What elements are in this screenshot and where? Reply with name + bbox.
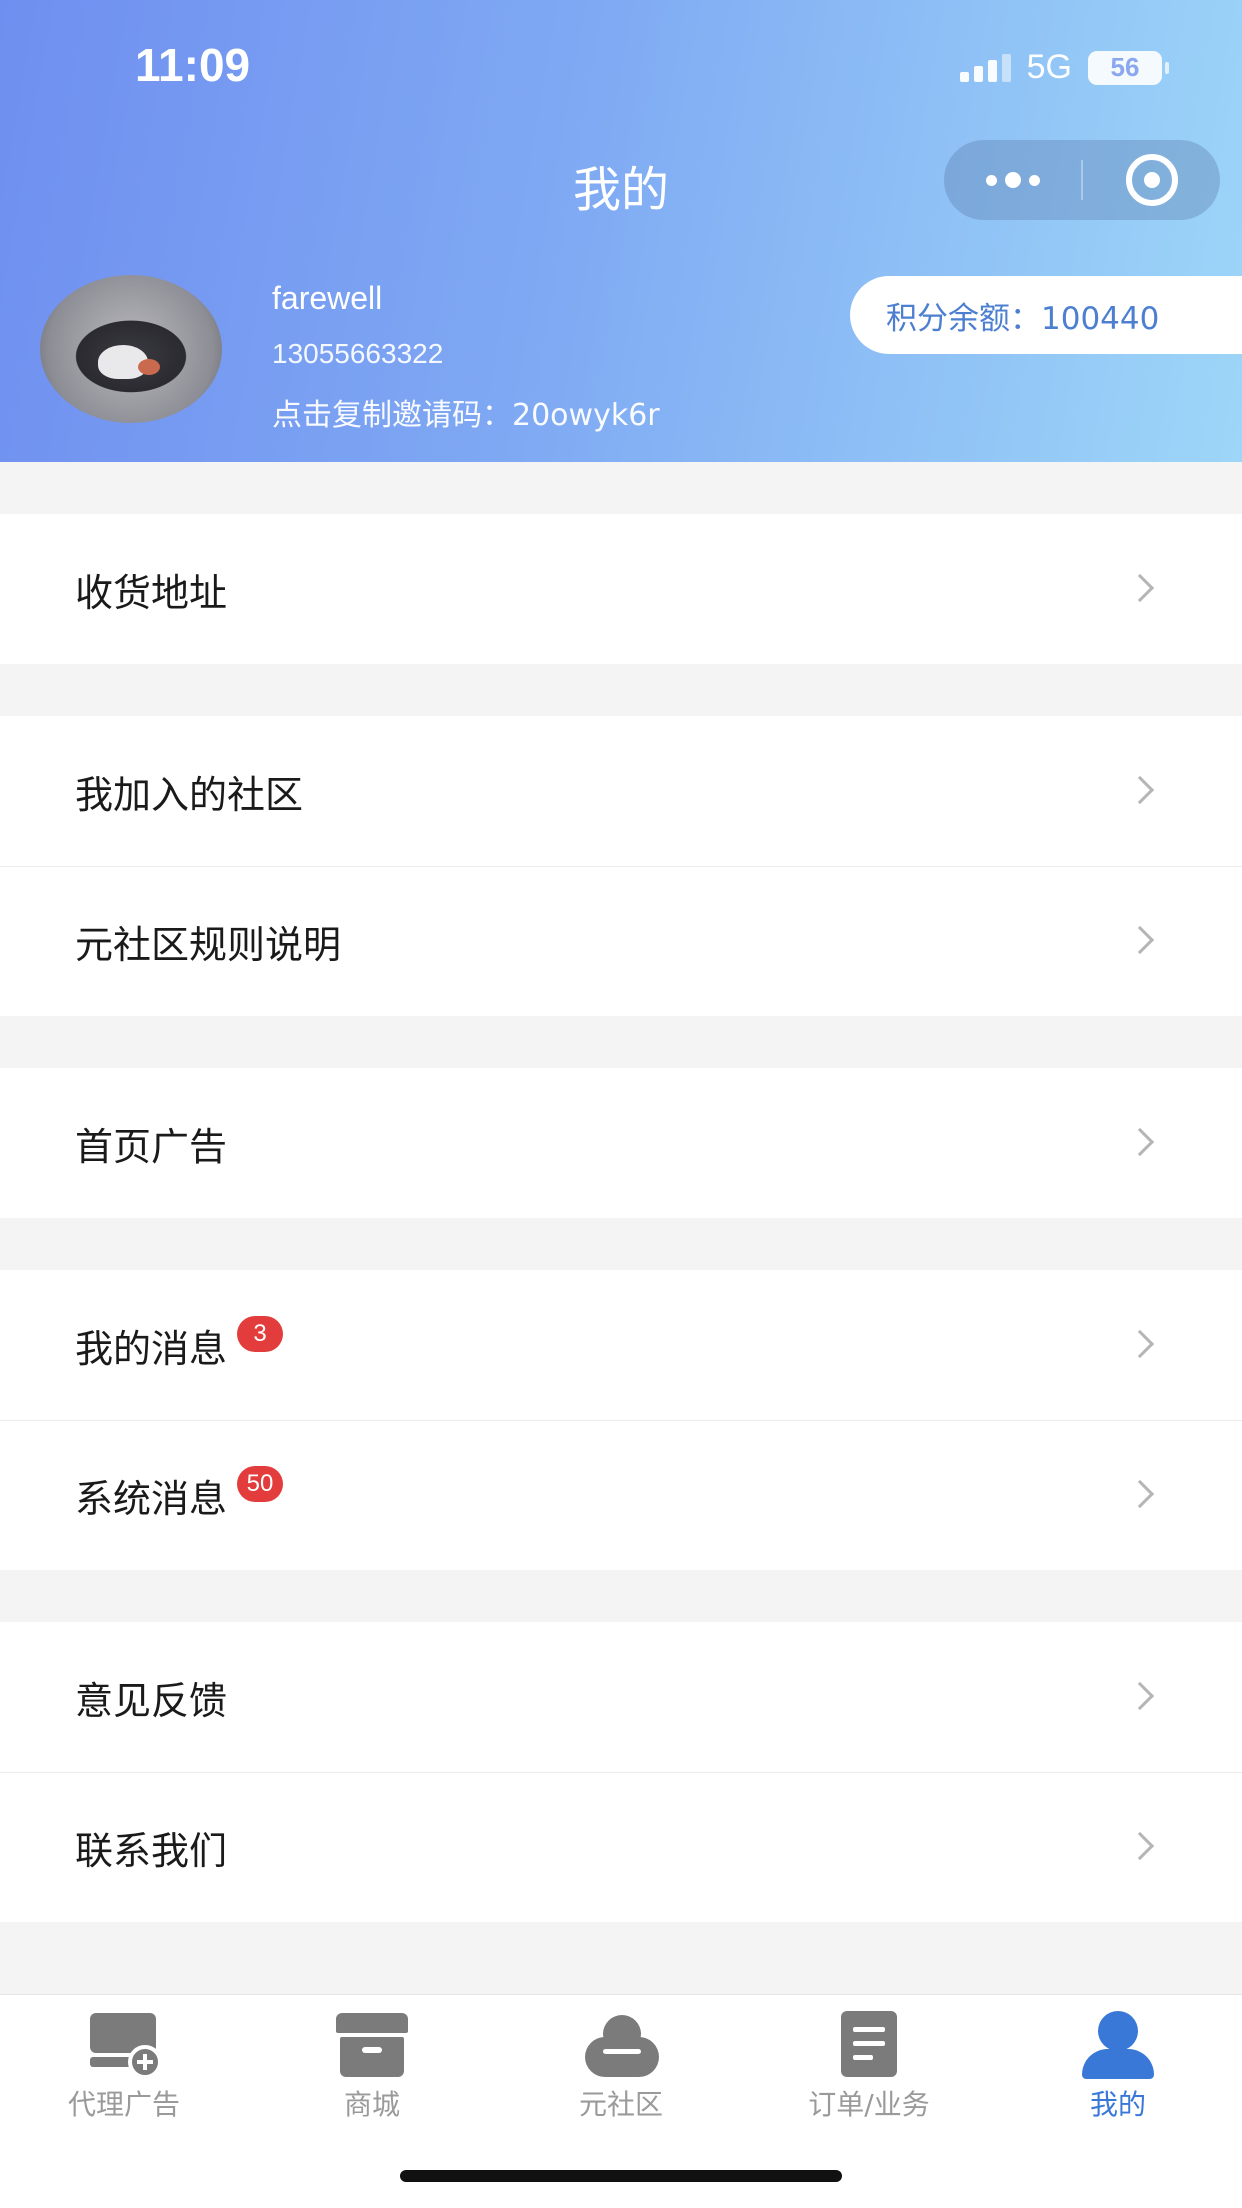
menu-item-feedback[interactable]: 意见反馈 <box>0 1622 1242 1772</box>
menu-group: 我加入的社区 元社区规则说明 <box>0 716 1242 1016</box>
menu-list: 收货地址 我加入的社区 元社区规则说明 首页广告 我的消息 3 系统消息 50 <box>0 462 1242 1922</box>
user-phone: 13055663322 <box>272 338 444 369</box>
tab-label: 代理广告 <box>67 2088 180 2121</box>
user-name: farewell <box>272 280 383 316</box>
menu-group: 我的消息 3 系统消息 50 <box>0 1270 1242 1570</box>
chevron-right-icon <box>1125 775 1155 805</box>
menu-item-home-ads[interactable]: 首页广告 <box>0 1068 1242 1218</box>
unread-badge: 3 <box>237 1316 284 1352</box>
tab-mine[interactable]: 我的 <box>994 1995 1242 2135</box>
tab-community[interactable]: 元社区 <box>497 1995 745 2135</box>
menu-item-label: 系统消息 <box>75 1476 228 1521</box>
network-type: 5G <box>1026 48 1072 86</box>
ad-monitor-icon <box>84 2009 164 2079</box>
tab-label: 元社区 <box>578 2088 663 2121</box>
tab-shop[interactable]: 商城 <box>248 1995 496 2135</box>
menu-item-contact-us[interactable]: 联系我们 <box>0 1772 1242 1922</box>
menu-item-my-messages[interactable]: 我的消息 3 <box>0 1270 1242 1420</box>
tab-label: 我的 <box>1089 2088 1146 2121</box>
menu-item-label: 我加入的社区 <box>75 772 304 817</box>
tab-agent-ads[interactable]: 代理广告 <box>0 1995 248 2135</box>
tab-label: 商城 <box>343 2088 400 2121</box>
menu-group: 意见反馈 联系我们 <box>0 1622 1242 1922</box>
menu-item-label: 首页广告 <box>75 1124 228 1169</box>
menu-item-joined-communities[interactable]: 我加入的社区 <box>0 716 1242 866</box>
chevron-right-icon <box>1125 1329 1155 1359</box>
battery-icon: 56 <box>1088 50 1169 85</box>
chevron-right-icon <box>1125 573 1155 603</box>
menu-item-shipping-address[interactable]: 收货地址 <box>0 514 1242 664</box>
chevron-right-icon <box>1125 1127 1155 1157</box>
menu-item-label: 意见反馈 <box>75 1678 228 1723</box>
shop-icon <box>332 2009 412 2079</box>
signal-icon <box>959 53 1011 82</box>
user-icon <box>1078 2009 1158 2079</box>
menu-item-label: 元社区规则说明 <box>75 922 342 967</box>
tab-label: 订单/业务 <box>808 2088 930 2121</box>
menu-item-label: 收货地址 <box>75 570 228 615</box>
status-indicators: 5G 56 <box>959 48 1169 87</box>
chevron-right-icon <box>1125 1681 1155 1711</box>
chevron-right-icon <box>1125 1479 1155 1509</box>
chevron-right-icon <box>1125 925 1155 955</box>
status-time: 11:09 <box>135 39 251 91</box>
points-balance[interactable]: 积分余额：100440 <box>850 276 1242 354</box>
menu-item-label: 联系我们 <box>75 1828 228 1873</box>
miniprogram-capsule <box>944 140 1220 220</box>
copy-invite-code[interactable]: 点击复制邀请码：20owyk6r <box>272 390 660 434</box>
community-cloud-icon <box>581 2009 661 2079</box>
tab-orders[interactable]: 订单/业务 <box>745 1995 993 2135</box>
menu-item-label: 我的消息 <box>75 1326 228 1371</box>
order-document-icon <box>829 2009 909 2079</box>
menu-item-community-rules[interactable]: 元社区规则说明 <box>0 866 1242 1016</box>
unread-badge: 50 <box>237 1466 284 1502</box>
menu-group: 首页广告 <box>0 1068 1242 1218</box>
menu-item-system-messages[interactable]: 系统消息 50 <box>0 1420 1242 1570</box>
profile-header: 11:09 5G 56 我的 farewell 13055663322 点击复制… <box>0 0 1242 462</box>
more-options-icon[interactable] <box>944 140 1081 220</box>
home-indicator <box>400 2170 842 2182</box>
menu-group: 收货地址 <box>0 514 1242 664</box>
close-miniprogram-icon[interactable] <box>1083 140 1220 220</box>
avatar[interactable] <box>40 275 222 423</box>
chevron-right-icon <box>1125 1831 1155 1861</box>
